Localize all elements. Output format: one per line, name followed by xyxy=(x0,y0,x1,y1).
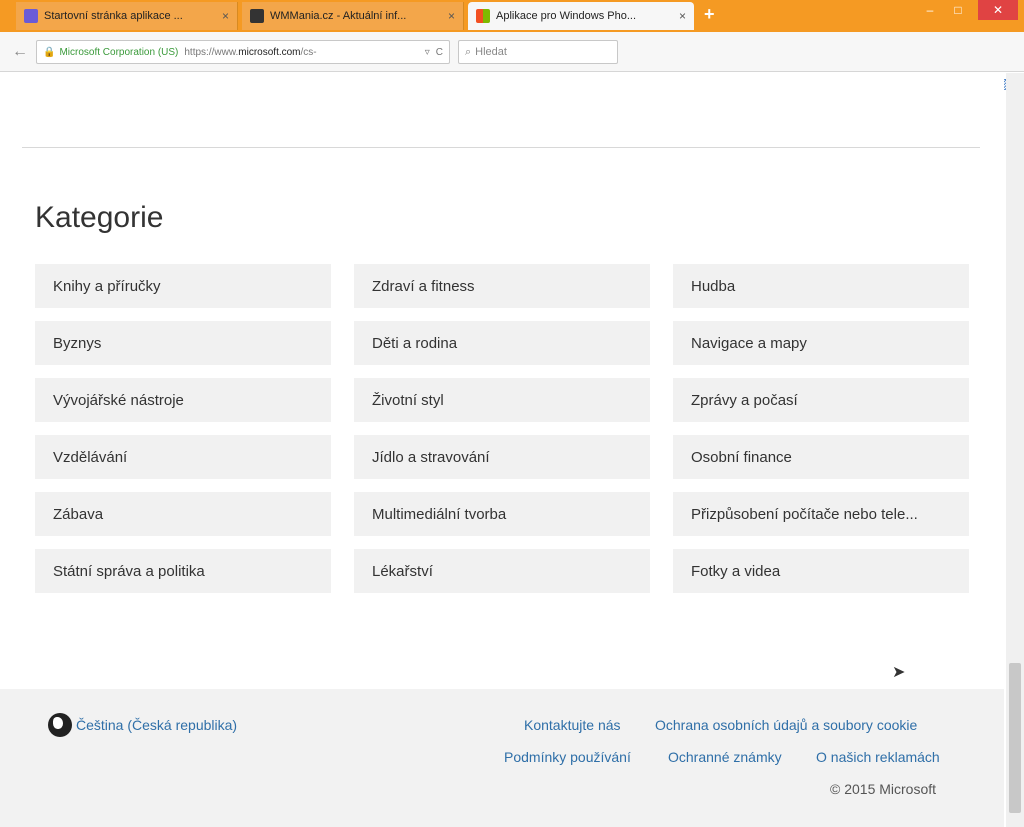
tab-wmmania[interactable]: WMMania.cz - Aktuální inf... × xyxy=(242,2,464,30)
url-dropdown-icon[interactable]: ▿ xyxy=(425,47,430,58)
contact-link[interactable]: Kontaktujte nás xyxy=(524,717,621,733)
category-tile[interactable]: Vzdělávání xyxy=(35,435,331,479)
tab-close-icon[interactable]: × xyxy=(679,9,686,23)
copyright: © 2015 Microsoft xyxy=(830,781,937,797)
category-tile[interactable]: Fotky a videa xyxy=(673,549,969,593)
category-tile[interactable]: Děti a rodina xyxy=(354,321,650,365)
category-tile[interactable]: Zdraví a fitness xyxy=(354,264,650,308)
minimize-button[interactable]: – xyxy=(916,0,944,20)
url-bar[interactable]: 🔒 Microsoft Corporation (US) https://www… xyxy=(36,40,450,64)
search-icon: ⌕ xyxy=(465,45,472,58)
vertical-scrollbar[interactable] xyxy=(1006,73,1024,827)
page-content: Kategorie Knihy a příručky Zdraví a fitn… xyxy=(0,73,1004,827)
new-tab-button[interactable]: + xyxy=(704,4,715,25)
category-grid: Knihy a příručky Zdraví a fitness Hudba … xyxy=(35,264,969,593)
tab-label: WMMania.cz - Aktuální inf... xyxy=(270,10,407,22)
firefox-icon xyxy=(24,9,38,23)
wmmania-icon xyxy=(250,9,264,23)
category-tile[interactable]: Byznys xyxy=(35,321,331,365)
trademarks-link[interactable]: Ochranné známky xyxy=(668,749,782,765)
lock-icon: 🔒 xyxy=(43,46,56,58)
close-window-button[interactable]: ✕ xyxy=(978,0,1018,20)
category-tile[interactable]: Lékařství xyxy=(354,549,650,593)
site-identity[interactable]: Microsoft Corporation (US) xyxy=(59,47,178,58)
category-tile[interactable]: Osobní finance xyxy=(673,435,969,479)
maximize-button[interactable]: □ xyxy=(944,0,972,20)
tab-close-icon[interactable]: × xyxy=(448,9,455,23)
reload-icon[interactable]: C xyxy=(436,47,443,58)
page-title: Kategorie xyxy=(35,201,164,234)
microsoft-icon xyxy=(476,9,490,23)
category-tile[interactable]: Navigace a mapy xyxy=(673,321,969,365)
tab-close-icon[interactable]: × xyxy=(222,9,229,23)
category-tile[interactable]: Vývojářské nástroje xyxy=(35,378,331,422)
ads-link[interactable]: O našich reklamách xyxy=(816,749,940,765)
back-button[interactable]: ← xyxy=(8,40,32,64)
tab-label: Startovní stránka aplikace ... xyxy=(44,10,183,22)
mouse-cursor-icon: ➤ xyxy=(892,664,906,681)
category-tile[interactable]: Přizpůsobení počítače nebo tele... xyxy=(673,492,969,536)
language-selector[interactable]: Čeština (Česká republika) xyxy=(48,713,237,737)
category-tile[interactable]: Multimediální tvorba xyxy=(354,492,650,536)
tab-label: Aplikace pro Windows Pho... xyxy=(496,10,637,22)
privacy-link[interactable]: Ochrana osobních údajů a soubory cookie xyxy=(655,717,917,733)
url-text[interactable]: https://www.microsoft.com/cs- xyxy=(184,47,418,58)
category-tile[interactable]: Zábava xyxy=(35,492,331,536)
browser-titlebar: Startovní stránka aplikace ... × WMMania… xyxy=(0,0,1024,32)
globe-icon xyxy=(48,713,72,737)
tab-startovni[interactable]: Startovní stránka aplikace ... × xyxy=(16,2,238,30)
tab-aplikace[interactable]: Aplikace pro Windows Pho... × xyxy=(468,2,694,30)
page-footer: Čeština (Česká republika) Kontaktujte ná… xyxy=(0,689,1004,827)
category-tile[interactable]: Životní styl xyxy=(354,378,650,422)
divider xyxy=(22,147,980,148)
category-tile[interactable]: Jídlo a stravování xyxy=(354,435,650,479)
category-tile[interactable]: Knihy a příručky xyxy=(35,264,331,308)
terms-link[interactable]: Podmínky používání xyxy=(504,749,631,765)
category-tile[interactable]: Státní správa a politika xyxy=(35,549,331,593)
navigation-toolbar: ← 🔒 Microsoft Corporation (US) https://w… xyxy=(0,32,1024,91)
search-input[interactable]: ⌕ Hledat xyxy=(458,40,618,64)
category-tile[interactable]: Zprávy a počasí xyxy=(673,378,969,422)
scrollbar-thumb[interactable] xyxy=(1009,663,1021,813)
category-tile[interactable]: Hudba xyxy=(673,264,969,308)
language-label: Čeština (Česká republika) xyxy=(76,717,238,733)
search-placeholder: Hledat xyxy=(475,46,507,58)
